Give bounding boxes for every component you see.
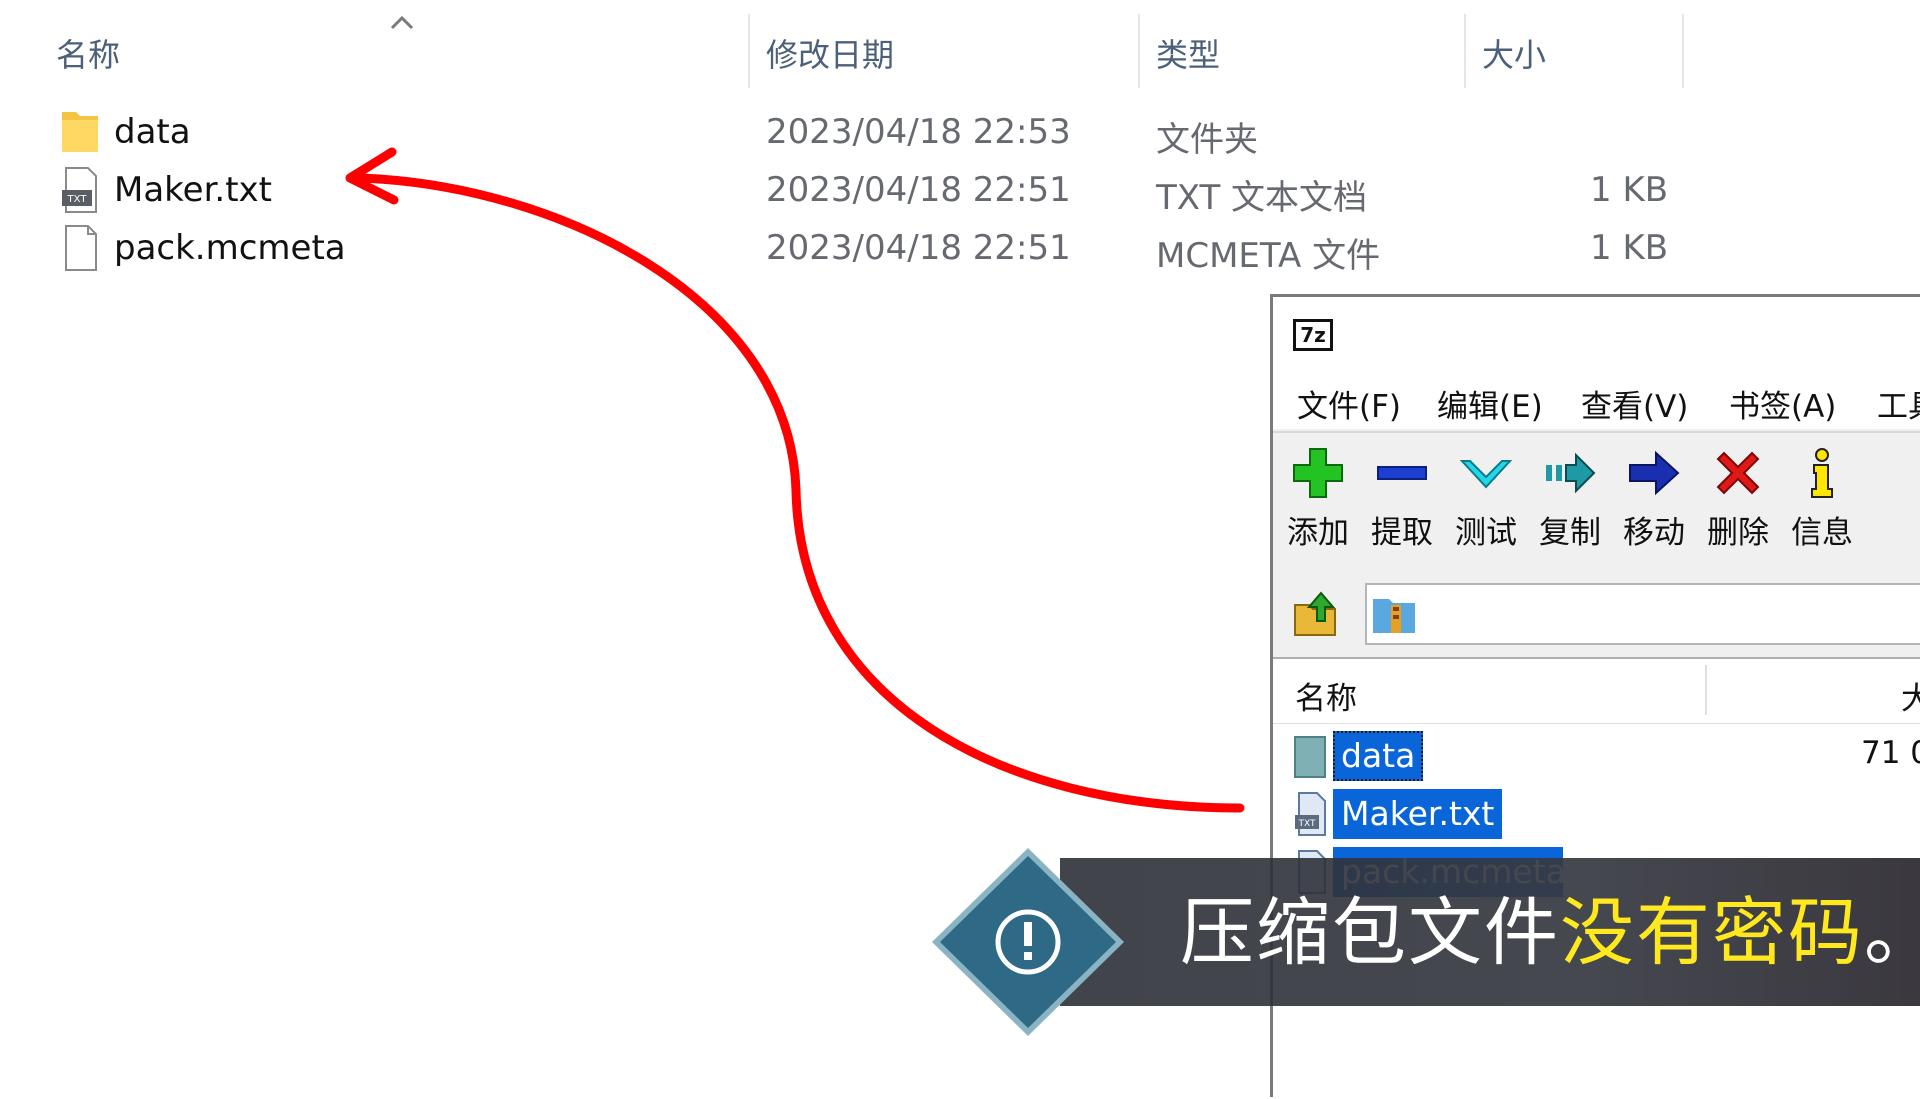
test-check-icon bbox=[1459, 460, 1513, 489]
folder-icon bbox=[62, 112, 98, 152]
column-header-row: 名称 修改日期 类型 大小 bbox=[0, 0, 1920, 104]
info-button[interactable]: 信息 bbox=[1781, 441, 1863, 561]
column-divider[interactable] bbox=[748, 14, 750, 88]
column-divider[interactable] bbox=[1682, 14, 1684, 88]
menu-edit[interactable]: 编辑(E) bbox=[1437, 381, 1543, 426]
folder-icon bbox=[1294, 736, 1326, 778]
item-size: 71 0 bbox=[1861, 735, 1920, 771]
file-type: 文件夹 bbox=[1156, 120, 1258, 160]
add-icon bbox=[1293, 448, 1343, 498]
caption-plain: 压缩包文件 bbox=[1180, 890, 1560, 976]
menu-bookmarks[interactable]: 书签(A) bbox=[1729, 381, 1836, 426]
item-name: Maker.txt bbox=[1333, 789, 1503, 839]
txt-file-icon: TXT bbox=[1295, 792, 1326, 836]
blank-file-icon bbox=[65, 225, 97, 271]
extract-button[interactable]: 提取 bbox=[1361, 441, 1443, 561]
menu-bar: 文件(F) 编辑(E) 查看(V) 书签(A) 工具 bbox=[1273, 373, 1920, 429]
file-size: 1 KB bbox=[1590, 170, 1669, 210]
extract-label: 提取 bbox=[1371, 515, 1433, 551]
sort-ascending-icon bbox=[390, 15, 414, 30]
file-type: MCMETA 文件 bbox=[1156, 236, 1381, 276]
svg-text:TXT: TXT bbox=[1297, 819, 1316, 829]
list-column-header: 名称 大 bbox=[1273, 659, 1920, 724]
delete-button[interactable]: 删除 bbox=[1697, 441, 1779, 561]
test-button[interactable]: 测试 bbox=[1445, 441, 1527, 561]
caption-highlight: 没有密码 bbox=[1560, 890, 1864, 976]
window-titlebar[interactable]: 7z bbox=[1273, 297, 1920, 373]
file-date: 2023/04/18 22:51 bbox=[766, 170, 1071, 210]
file-row[interactable]: data 2023/04/18 22:53 文件夹 bbox=[0, 104, 1920, 160]
list-item[interactable]: TXT Maker.txt bbox=[1273, 787, 1920, 843]
archive-folder-icon bbox=[1373, 599, 1415, 633]
caption-end: 。 bbox=[1864, 890, 1920, 976]
file-name: pack.mcmeta bbox=[114, 228, 346, 268]
column-header-date[interactable]: 修改日期 bbox=[766, 30, 894, 76]
copy-arrow-icon bbox=[1546, 452, 1596, 494]
delete-label: 删除 bbox=[1707, 515, 1769, 551]
path-field[interactable] bbox=[1365, 583, 1920, 645]
menu-view[interactable]: 查看(V) bbox=[1581, 381, 1688, 426]
svg-text:TXT: TXT bbox=[67, 194, 88, 205]
menu-tools[interactable]: 工具 bbox=[1877, 381, 1920, 426]
column-divider[interactable] bbox=[1464, 14, 1466, 88]
alert-diamond-icon bbox=[932, 848, 1124, 1036]
move-label: 移动 bbox=[1623, 515, 1685, 551]
column-divider[interactable] bbox=[1705, 665, 1707, 715]
file-size: 1 KB bbox=[1590, 228, 1669, 268]
file-name: data bbox=[114, 112, 191, 152]
info-label: 信息 bbox=[1791, 515, 1853, 551]
column-header-name[interactable]: 名称 bbox=[1295, 673, 1357, 718]
file-row[interactable]: pack.mcmeta 2023/04/18 22:51 MCMETA 文件 1… bbox=[0, 220, 1920, 276]
copy-label: 复制 bbox=[1539, 515, 1601, 551]
move-arrow-icon bbox=[1629, 450, 1680, 496]
add-button[interactable]: 添加 bbox=[1277, 441, 1359, 561]
column-header-name[interactable]: 名称 bbox=[56, 30, 120, 76]
address-bar bbox=[1273, 579, 1920, 649]
column-header-size[interactable]: 大小 bbox=[1482, 30, 1546, 76]
column-divider[interactable] bbox=[1138, 14, 1140, 88]
add-label: 添加 bbox=[1287, 515, 1349, 551]
file-row[interactable]: TXT Maker.txt 2023/04/18 22:51 TXT 文本文档 … bbox=[0, 162, 1920, 218]
delete-x-icon bbox=[1716, 451, 1760, 495]
toolbar: 添加 提取 测试 复制 移动 删除 信息 bbox=[1273, 431, 1920, 563]
info-icon bbox=[1811, 448, 1833, 498]
item-name: data bbox=[1333, 731, 1424, 781]
column-header-size[interactable]: 大 bbox=[1901, 673, 1920, 718]
file-date: 2023/04/18 22:51 bbox=[766, 228, 1071, 268]
copy-button[interactable]: 复制 bbox=[1529, 441, 1611, 561]
7zip-logo-icon: 7z bbox=[1293, 319, 1333, 351]
folder-up-icon[interactable] bbox=[1291, 587, 1341, 639]
list-item[interactable]: data 71 0 bbox=[1273, 729, 1920, 785]
menu-file[interactable]: 文件(F) bbox=[1297, 381, 1401, 426]
caption-text: 压缩包文件没有密码。 bbox=[1180, 888, 1920, 978]
file-name: Maker.txt bbox=[114, 170, 273, 210]
file-date: 2023/04/18 22:53 bbox=[766, 112, 1071, 152]
extract-icon bbox=[1377, 466, 1427, 480]
txt-file-icon: TXT bbox=[62, 167, 97, 213]
column-header-type[interactable]: 类型 bbox=[1156, 30, 1220, 76]
file-type: TXT 文本文档 bbox=[1156, 178, 1368, 218]
move-button[interactable]: 移动 bbox=[1613, 441, 1695, 561]
test-label: 测试 bbox=[1455, 515, 1517, 551]
